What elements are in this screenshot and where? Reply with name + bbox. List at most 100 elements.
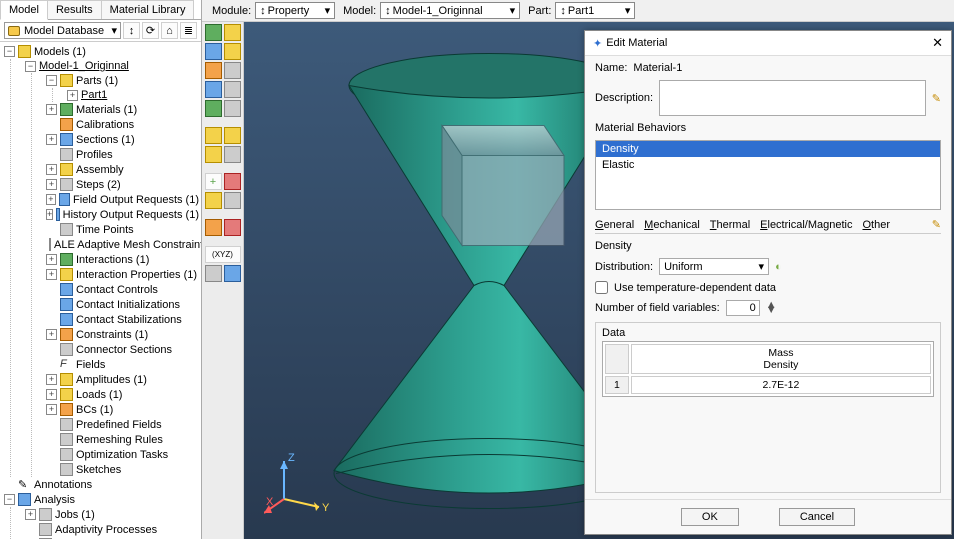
- tool-stringer[interactable]: [205, 146, 222, 163]
- menu-other[interactable]: Other: [862, 219, 890, 231]
- tree-connector-sections[interactable]: Connector Sections: [46, 342, 199, 357]
- tool-e[interactable]: [205, 100, 222, 117]
- tree-adaptivity[interactable]: Adaptivity Processes: [25, 522, 199, 537]
- tree-predefined-fields[interactable]: Predefined Fields: [46, 417, 199, 432]
- tree-constraints[interactable]: +Constraints (1): [46, 327, 199, 342]
- tree-models[interactable]: −Models (1): [4, 44, 199, 59]
- tool-stringer-mgr[interactable]: [224, 146, 241, 163]
- density-table[interactable]: Mass Density 12.7E-12: [602, 341, 934, 397]
- tool-8[interactable]: [224, 192, 241, 209]
- menu-thermal[interactable]: Thermal: [710, 219, 750, 231]
- tree-interactions[interactable]: +Interactions (1): [46, 252, 199, 267]
- ok-button[interactable]: OK: [681, 508, 739, 526]
- field-vars-input[interactable]: 0: [726, 300, 760, 316]
- twisty-icon[interactable]: −: [4, 494, 15, 505]
- tree-materials[interactable]: +Materials (1): [46, 102, 199, 117]
- tool-color[interactable]: [224, 265, 241, 282]
- edit-description-icon[interactable]: ✎: [932, 92, 941, 105]
- twisty-icon[interactable]: −: [25, 61, 36, 72]
- db-tool-3[interactable]: ⌂: [161, 22, 178, 39]
- tree-contact-controls[interactable]: Contact Controls: [46, 282, 199, 297]
- database-select[interactable]: Model Database ▾: [4, 22, 121, 39]
- tab-model[interactable]: Model: [0, 0, 48, 20]
- tree-parts[interactable]: −Parts (1): [46, 73, 199, 88]
- db-tool-1[interactable]: ↕: [123, 22, 140, 39]
- module-combo[interactable]: ↕Property▾: [255, 2, 335, 19]
- tool-query[interactable]: [205, 265, 222, 282]
- twisty-icon[interactable]: +: [46, 164, 57, 175]
- twisty-icon[interactable]: +: [46, 194, 56, 205]
- twisty-icon[interactable]: +: [46, 374, 57, 385]
- twisty-icon[interactable]: +: [46, 179, 57, 190]
- cell-mass-density[interactable]: 2.7E-12: [631, 376, 931, 394]
- tree-interaction-props[interactable]: +Interaction Properties (1): [46, 267, 199, 282]
- twisty-icon[interactable]: +: [46, 404, 57, 415]
- tree-sketches[interactable]: Sketches: [46, 462, 199, 477]
- tool-material-manager[interactable]: [224, 24, 241, 41]
- tool-attachment[interactable]: [205, 219, 222, 236]
- behavior-elastic[interactable]: Elastic: [596, 157, 940, 173]
- tree-profiles[interactable]: Profiles: [46, 147, 199, 162]
- description-field[interactable]: [659, 80, 926, 116]
- twisty-icon[interactable]: +: [46, 254, 57, 265]
- tree-bcs[interactable]: +BCs (1): [46, 402, 199, 417]
- tab-material-library[interactable]: Material Library: [101, 0, 195, 19]
- tool-skin[interactable]: [205, 127, 222, 144]
- tool-beam-orientation[interactable]: [205, 81, 222, 98]
- tool-skin-mgr[interactable]: [224, 127, 241, 144]
- tree-remeshing[interactable]: Remeshing Rules: [46, 432, 199, 447]
- close-icon[interactable]: ✕: [932, 35, 943, 51]
- tool-assign-section[interactable]: [205, 62, 222, 79]
- tool-assign-manager[interactable]: [224, 62, 241, 79]
- twisty-icon[interactable]: −: [4, 46, 15, 57]
- tree-time-points[interactable]: Time Points: [46, 222, 199, 237]
- tree-jobs[interactable]: +Jobs (1): [25, 507, 199, 522]
- tab-results[interactable]: Results: [47, 0, 102, 19]
- tool-create-material[interactable]: [205, 24, 222, 41]
- distribution-suboption-icon[interactable]: ◐: [775, 261, 782, 273]
- temp-dependent-checkbox[interactable]: [595, 281, 608, 294]
- twisty-icon[interactable]: +: [46, 209, 53, 220]
- model-combo[interactable]: ↕Model-1_Originnal▾: [380, 2, 520, 19]
- tree-model1[interactable]: −Model-1_Originnal: [25, 59, 199, 73]
- tool-create-section[interactable]: [205, 43, 222, 60]
- tree-annotations[interactable]: ✎Annotations: [4, 477, 199, 492]
- tree-contact-stab[interactable]: Contact Stabilizations: [46, 312, 199, 327]
- behaviors-list[interactable]: Density Elastic: [595, 140, 941, 210]
- tree-loads[interactable]: +Loads (1): [46, 387, 199, 402]
- tool-datum-point[interactable]: +: [205, 173, 222, 190]
- tool-xyz[interactable]: (XYZ): [205, 246, 241, 263]
- tool-g[interactable]: [224, 100, 241, 117]
- part-combo[interactable]: ↕Part1▾: [555, 2, 635, 19]
- twisty-icon[interactable]: +: [46, 269, 57, 280]
- tree-calibrations[interactable]: Calibrations: [46, 117, 199, 132]
- tree-history-output[interactable]: +History Output Requests (1): [46, 207, 199, 222]
- tree-contact-init[interactable]: Contact Initializations: [46, 297, 199, 312]
- db-tool-2[interactable]: ⟳: [142, 22, 159, 39]
- tool-datum-axis[interactable]: [224, 173, 241, 190]
- twisty-icon[interactable]: −: [46, 75, 57, 86]
- menu-electrical-magnetic[interactable]: Electrical/Magnetic: [760, 219, 852, 231]
- tree-fields[interactable]: FFields: [46, 357, 199, 372]
- twisty-icon[interactable]: +: [46, 104, 57, 115]
- cancel-button[interactable]: Cancel: [779, 508, 855, 526]
- tool-section-manager[interactable]: [224, 43, 241, 60]
- tree-analysis[interactable]: −Analysis: [4, 492, 199, 507]
- twisty-icon[interactable]: +: [25, 509, 36, 520]
- tree-sections[interactable]: +Sections (1): [46, 132, 199, 147]
- tree-ale[interactable]: ALE Adaptive Mesh Constraints: [46, 237, 199, 252]
- model-tree[interactable]: −Models (1) −Model-1_Originnal −Parts (1…: [0, 42, 201, 539]
- twisty-icon[interactable]: +: [46, 389, 57, 400]
- twisty-icon[interactable]: +: [67, 90, 78, 101]
- tool-partition[interactable]: [205, 192, 222, 209]
- db-tool-4[interactable]: ≣: [180, 22, 197, 39]
- tree-part1[interactable]: +Part1: [67, 88, 199, 102]
- tree-optimization-tasks[interactable]: Optimization Tasks: [46, 447, 199, 462]
- distribution-combo[interactable]: Uniform ▾: [659, 258, 769, 275]
- tool-9[interactable]: [224, 219, 241, 236]
- menu-general[interactable]: General: [595, 219, 634, 231]
- twisty-icon[interactable]: +: [46, 329, 57, 340]
- tree-field-output[interactable]: +Field Output Requests (1): [46, 192, 199, 207]
- tree-amplitudes[interactable]: +Amplitudes (1): [46, 372, 199, 387]
- tool-f[interactable]: [224, 81, 241, 98]
